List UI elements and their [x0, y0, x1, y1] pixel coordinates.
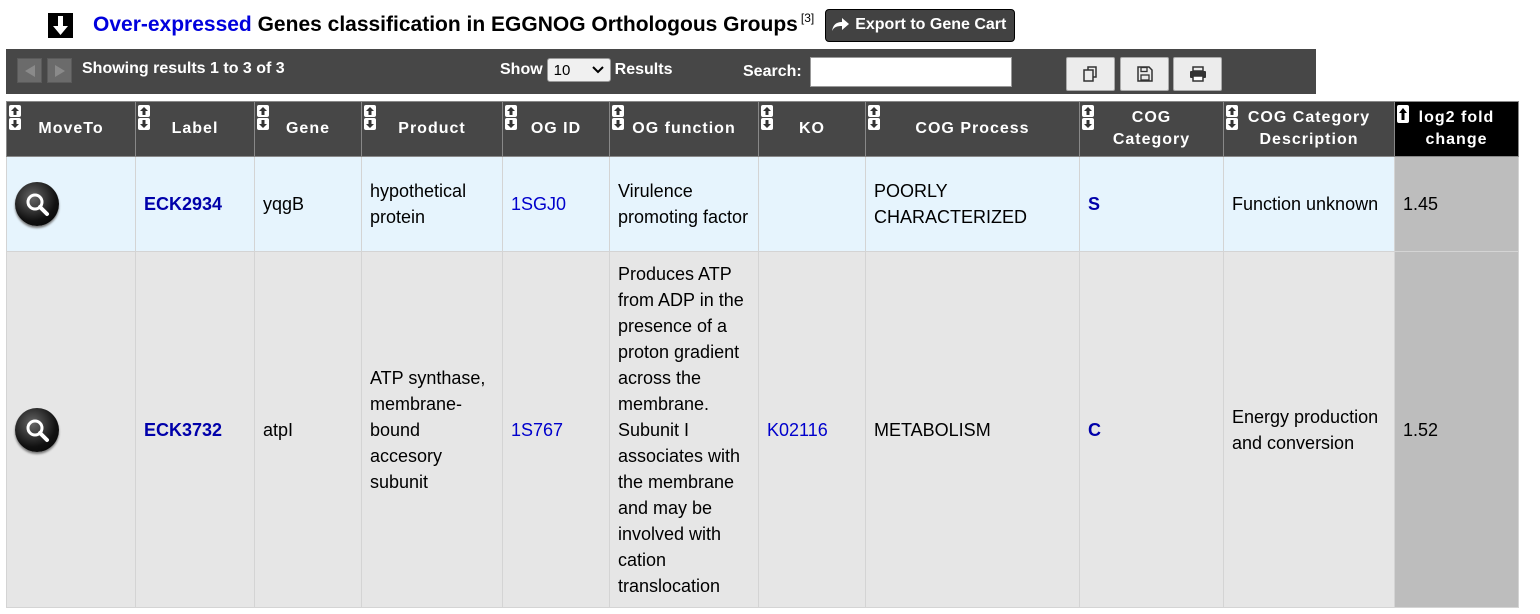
og-function-cell: Virulence promoting factor: [609, 156, 759, 252]
ko-cell[interactable]: K02116: [758, 251, 866, 608]
column-header-label: KO: [799, 120, 825, 137]
og-function-cell: Produces ATP from ADP in the presence of…: [609, 251, 759, 608]
og-id-cell[interactable]: 1SGJ0: [502, 156, 610, 252]
cog-description-cell: Function unknown: [1223, 156, 1395, 252]
triangle-right-icon: [54, 64, 65, 77]
table-toolbar: Showing results 1 to 3 of 3 Show 10 Resu…: [6, 49, 1316, 94]
ko-link[interactable]: K02116: [767, 420, 828, 440]
export-to-gene-cart-button[interactable]: Export to Gene Cart: [825, 8, 1016, 42]
column-header-label[interactable]: Label: [135, 101, 255, 157]
column-header-product[interactable]: Product: [361, 101, 503, 157]
page-title: Over-expressed Genes classification in E…: [93, 11, 814, 37]
sort-icon: [364, 105, 376, 130]
arrow-down-icon[interactable]: [48, 12, 73, 38]
column-header-label: COG Category: [1112, 109, 1191, 148]
cog-category-link[interactable]: S: [1088, 194, 1100, 214]
gene-label-link[interactable]: ECK2934: [144, 194, 222, 214]
page-size-value: 10: [553, 61, 571, 79]
title-row: Over-expressed Genes classification in E…: [48, 8, 1016, 42]
label-cell[interactable]: ECK2934: [135, 156, 255, 252]
column-header-label: MoveTo: [38, 120, 104, 137]
moveto-cell: [6, 251, 136, 608]
eggnog-table: MoveTo Label Gene Product OG ID OG funct…: [6, 101, 1519, 608]
cog-process-cell: POORLY CHARACTERIZED: [865, 156, 1080, 252]
cog-process-cell: METABOLISM: [865, 251, 1080, 608]
column-header-cog-process[interactable]: COG Process: [865, 101, 1080, 157]
gene-label-link[interactable]: ECK3732: [144, 420, 222, 440]
product-cell: ATP synthase, membrane-bound accesory su…: [361, 251, 503, 608]
column-header-label: log2 fold change: [1418, 109, 1495, 148]
magnifier-icon[interactable]: [15, 182, 59, 226]
column-header-label: Label: [171, 120, 219, 137]
sort-icon: [761, 105, 773, 130]
sort-icon: [9, 105, 21, 130]
cog-category-link[interactable]: C: [1088, 420, 1101, 440]
magnifier-icon[interactable]: [15, 407, 59, 452]
sort-asc-icon: [1397, 105, 1409, 123]
column-header-label: Gene: [285, 120, 330, 137]
label-cell[interactable]: ECK3732: [135, 251, 255, 608]
footnote-ref[interactable]: [3]: [801, 11, 814, 25]
printer-icon: [1189, 66, 1206, 82]
title-text: Genes classification in EGGNOG Orthologo…: [251, 13, 798, 36]
column-header-label: OG ID: [530, 120, 582, 137]
column-header-ko[interactable]: KO: [758, 101, 866, 157]
sort-icon: [1082, 105, 1094, 130]
search-input[interactable]: [810, 57, 1012, 87]
triangle-left-icon: [24, 64, 35, 77]
og-id-link[interactable]: 1SGJ0: [511, 194, 566, 214]
chevron-down-icon: [591, 66, 604, 74]
table-row: ECK2934 yqgB hypothetical protein 1SGJ0 …: [6, 156, 1519, 252]
ko-cell: [758, 156, 866, 252]
column-header-label: COG Process: [915, 120, 1030, 137]
cog-category-cell[interactable]: S: [1079, 156, 1224, 252]
search-label: Search:: [743, 63, 802, 80]
sort-icon: [138, 105, 150, 130]
page-size-select[interactable]: 10: [546, 58, 611, 82]
copy-button[interactable]: [1066, 57, 1115, 91]
og-id-link[interactable]: 1S767: [511, 420, 563, 440]
results-info: Showing results 1 to 3 of 3: [82, 60, 285, 77]
table-header-row: MoveTo Label Gene Product OG ID OG funct…: [6, 101, 1519, 157]
column-header-log2-fold-change[interactable]: log2 fold change: [1394, 101, 1519, 157]
sort-icon: [505, 105, 517, 130]
results-label: Results: [614, 61, 673, 78]
cog-description-cell: Energy production and conversion: [1223, 251, 1395, 608]
product-cell: hypothetical protein: [361, 156, 503, 252]
moveto-cell: [6, 156, 136, 252]
table-row: ECK3732 atpI ATP synthase, membrane-boun…: [6, 251, 1519, 608]
column-header-cog-category[interactable]: COG Category: [1079, 101, 1224, 157]
title-highlight[interactable]: Over-expressed: [93, 13, 252, 36]
previous-page-button[interactable]: [17, 58, 42, 83]
column-header-cog-category-description[interactable]: COG Category Description: [1223, 101, 1395, 157]
column-header-gene[interactable]: Gene: [254, 101, 362, 157]
gene-cell: yqgB: [254, 156, 362, 252]
column-header-og-id[interactable]: OG ID: [502, 101, 610, 157]
log2-fold-change-cell: 1.52: [1394, 251, 1519, 608]
og-id-cell[interactable]: 1S767: [502, 251, 610, 608]
sort-icon: [868, 105, 880, 130]
copy-icon: [1082, 66, 1097, 82]
export-button-label: Export to Gene Cart: [855, 16, 1007, 33]
column-header-label: OG function: [632, 120, 736, 137]
cog-category-cell[interactable]: C: [1079, 251, 1224, 608]
print-button[interactable]: [1173, 57, 1222, 91]
show-label: Show: [500, 61, 543, 78]
share-arrow-icon: [832, 18, 850, 31]
save-button[interactable]: [1120, 57, 1169, 91]
column-header-label: Product: [398, 120, 466, 137]
log2-fold-change-cell: 1.45: [1394, 156, 1519, 252]
sort-icon: [1226, 105, 1238, 130]
next-page-button[interactable]: [47, 58, 72, 83]
floppy-disk-icon: [1136, 66, 1153, 82]
page-size-control: Show 10 Results: [500, 58, 672, 82]
column-header-moveto[interactable]: MoveTo: [6, 101, 136, 157]
column-header-label: COG Category Description: [1247, 109, 1371, 148]
column-header-og-function[interactable]: OG function: [609, 101, 759, 157]
sort-icon: [612, 105, 624, 130]
gene-cell: atpI: [254, 251, 362, 608]
sort-icon: [257, 105, 269, 130]
